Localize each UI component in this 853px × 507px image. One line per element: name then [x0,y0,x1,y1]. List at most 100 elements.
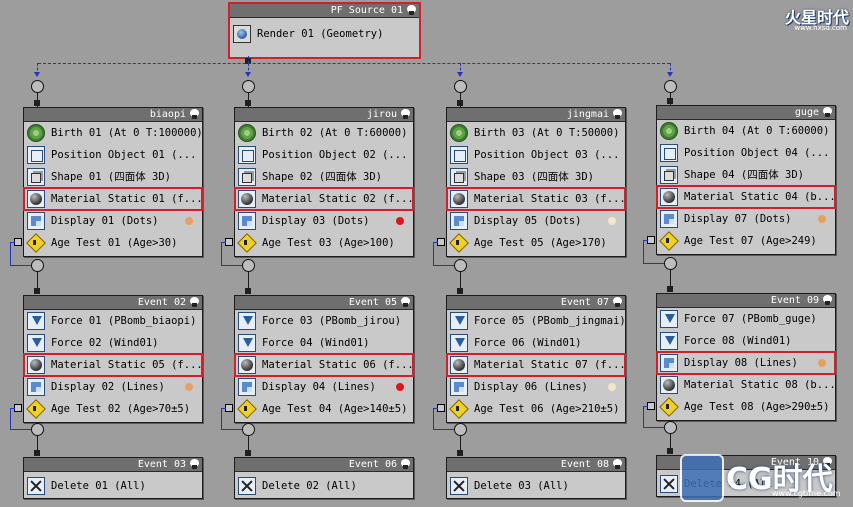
display-row[interactable]: Display 01 (Dots) [24,210,202,232]
input-square[interactable] [245,288,251,294]
event-node[interactable]: Event 05 Force 03 (PBomb_jirou) Force 04… [234,295,414,423]
test-output-port[interactable] [14,238,22,246]
node-header[interactable]: Event 08 [447,458,625,472]
event-node[interactable]: jingmai Birth 03 (At 0 T:50000) Position… [446,107,626,257]
node-header[interactable]: Event 06 [235,458,413,472]
event-node[interactable]: jirou Birth 02 (At 0 T:60000) Position O… [234,107,414,257]
node-header[interactable]: biaopi [24,108,202,122]
operator-row[interactable]: Render 01 (Geometry) [230,23,419,45]
shape-row[interactable]: Shape 02 (四面体 3D) [235,166,413,188]
position-row[interactable]: Position Object 01 (... [24,144,202,166]
material-row[interactable]: Material Static 01 (f... [23,187,203,211]
display-color-swatch[interactable] [185,383,193,391]
agetest-row[interactable]: Age Test 08 (Age>290±5) [657,396,835,418]
node-header[interactable]: PF Source 01 [230,4,419,18]
display-color-swatch[interactable] [608,383,616,391]
node-header[interactable]: Event 09 [657,294,835,308]
input-square[interactable] [245,100,251,106]
agetest-row[interactable]: Age Test 02 (Age>70±5) [24,398,202,420]
force-row[interactable]: Force 02 (Wind01) [24,332,202,354]
force-row[interactable]: Force 03 (PBomb_jirou) [235,310,413,332]
operator-row[interactable]: Display 02 (Lines) [24,376,202,398]
force-row[interactable]: Force 08 (Wind01) [657,330,835,352]
node-header[interactable]: jirou [235,108,413,122]
event-node[interactable]: biaopi Birth 01 (At 0 T:100000) Position… [23,107,203,257]
input-square[interactable] [667,286,673,292]
event-node[interactable]: Event 02 Force 01 (PBomb_biaopi) Force 0… [23,295,203,423]
highlighted-row[interactable]: Material Static 07 (f... [446,353,626,377]
display-row[interactable]: Display 03 (Dots) [235,210,413,232]
display-color-swatch[interactable] [818,359,826,367]
input-square[interactable] [34,288,40,294]
highlighted-row[interactable]: Display 08 (Lines) [656,351,836,375]
force-row[interactable]: Force 07 (PBomb_guge) [657,308,835,330]
lightbulb-icon[interactable] [407,5,416,15]
lightbulb-icon[interactable] [613,297,622,307]
position-row[interactable]: Position Object 03 (... [447,144,625,166]
node-header[interactable]: jingmai [447,108,625,122]
display-color-swatch[interactable] [396,217,404,225]
display-color-swatch[interactable] [608,217,616,225]
highlighted-row[interactable]: Material Static 05 (f... [23,353,203,377]
lightbulb-icon[interactable] [190,109,199,119]
shape-row[interactable]: Shape 01 (四面体 3D) [24,166,202,188]
node-header[interactable]: Event 02 [24,296,202,310]
lightbulb-icon[interactable] [190,297,199,307]
material-row[interactable]: Material Static 03 (f... [446,187,626,211]
event-input-port[interactable] [242,259,255,272]
lightbulb-icon[interactable] [823,107,832,117]
display-color-swatch[interactable] [396,383,404,391]
material-row[interactable]: Material Static 04 (b... [656,185,836,209]
lightbulb-icon[interactable] [823,295,832,305]
agetest-row[interactable]: Age Test 05 (Age>170) [447,232,625,254]
birth-row[interactable]: Birth 01 (At 0 T:100000) [24,122,203,144]
pf-source-node[interactable]: PF Source 01 Render 01 (Geometry) [228,2,421,59]
input-square[interactable] [457,450,463,456]
agetest-row[interactable]: Age Test 04 (Age>140±5) [235,398,413,420]
force-row[interactable]: Force 04 (Wind01) [235,332,413,354]
node-header[interactable]: Event 03 [24,458,202,472]
birth-row[interactable]: Birth 03 (At 0 T:50000) [447,122,625,144]
display-color-swatch[interactable] [185,217,193,225]
input-square[interactable] [667,98,673,104]
event-input-port[interactable] [242,80,255,93]
display-row[interactable]: Display 05 (Dots) [447,210,625,232]
agetest-row[interactable]: Age Test 07 (Age>249) [657,230,835,252]
birth-row[interactable]: Birth 02 (At 0 T:60000) [235,122,413,144]
node-header[interactable]: Event 07 [447,296,625,310]
node-header[interactable]: Event 05 [235,296,413,310]
input-square[interactable] [457,288,463,294]
force-row[interactable]: Force 06 (Wind01) [447,332,625,354]
event-input-port[interactable] [664,80,677,93]
event-input-port[interactable] [242,423,255,436]
event-input-port[interactable] [454,423,467,436]
event-input-port[interactable] [454,80,467,93]
lightbulb-icon[interactable] [613,459,622,469]
test-output-port[interactable] [437,238,445,246]
test-output-port[interactable] [14,404,22,412]
agetest-row[interactable]: Age Test 06 (Age>210±5) [447,398,625,420]
lightbulb-icon[interactable] [190,459,199,469]
test-output-port[interactable] [647,236,655,244]
position-row[interactable]: Position Object 02 (... [235,144,413,166]
input-square[interactable] [34,100,40,106]
node-header[interactable]: guge [657,106,835,120]
event-node[interactable]: Event 09 Force 07 (PBomb_guge) Force 08 … [656,293,836,421]
test-output-port[interactable] [225,238,233,246]
material-row[interactable]: Material Static 02 (f... [234,187,414,211]
event-node[interactable]: guge Birth 04 (At 0 T:60000) Position Ob… [656,105,836,255]
highlighted-row[interactable]: Material Static 06 (f... [234,353,414,377]
operator-row[interactable]: Material Static 08 (b... [657,374,836,396]
test-output-port[interactable] [225,404,233,412]
operator-row[interactable]: Display 06 (Lines) [447,376,625,398]
event-input-port[interactable] [664,257,677,270]
birth-row[interactable]: Birth 04 (At 0 T:60000) [657,120,835,142]
delete-row[interactable]: Delete 03 (All) [447,475,625,497]
force-row[interactable]: Force 05 (PBomb_jingmai) [447,310,626,332]
input-square[interactable] [667,448,673,454]
input-square[interactable] [34,450,40,456]
event-node[interactable]: Event 06 Delete 02 (All) [234,457,414,499]
position-row[interactable]: Position Object 04 (... [657,142,835,164]
display-color-swatch[interactable] [818,215,826,223]
force-row[interactable]: Force 01 (PBomb_biaopi) [24,310,202,332]
